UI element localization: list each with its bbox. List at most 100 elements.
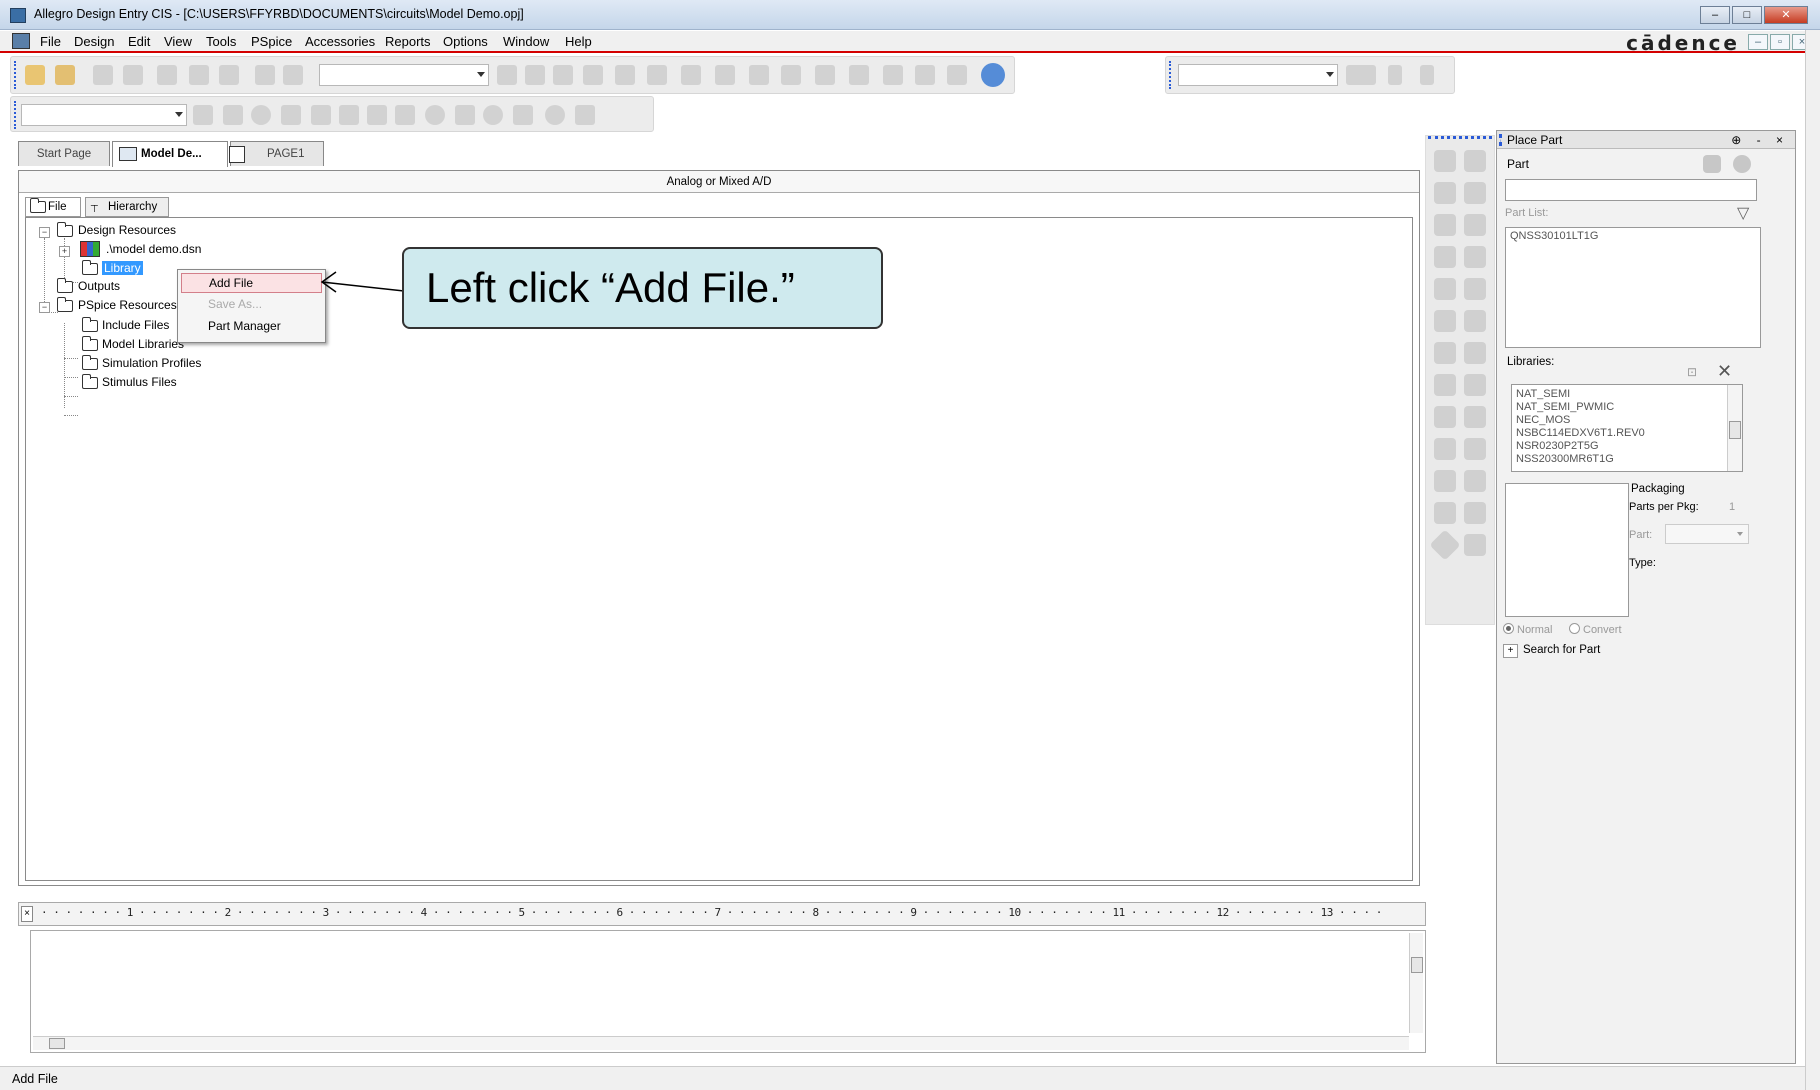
link-icon[interactable] bbox=[615, 65, 635, 85]
backannotate-icon[interactable] bbox=[681, 65, 701, 85]
junction-icon[interactable] bbox=[1434, 246, 1456, 268]
menu-reports[interactable]: Reports bbox=[385, 34, 431, 49]
ieee-symbol-icon[interactable] bbox=[1464, 502, 1486, 524]
net-label-icon[interactable] bbox=[1464, 246, 1486, 268]
library-item[interactable]: NSBC114EDXV6T1.REV0 bbox=[1516, 427, 1738, 440]
no-connect-x-icon[interactable] bbox=[1464, 374, 1486, 396]
vertical-scrollbar[interactable] bbox=[1409, 933, 1423, 1033]
area-select-icon[interactable] bbox=[883, 65, 903, 85]
bus-entry-icon[interactable] bbox=[1464, 214, 1486, 236]
document-icon[interactable] bbox=[12, 33, 30, 49]
part-list[interactable]: QNSS30101LT1G bbox=[1505, 227, 1761, 348]
zoom-all-icon[interactable] bbox=[583, 65, 603, 85]
library-item[interactable]: NSR0230P2T5G bbox=[1516, 440, 1738, 453]
bom-icon[interactable] bbox=[815, 65, 835, 85]
menu-item-add-file[interactable]: Add File bbox=[181, 273, 322, 293]
filter-icon[interactable]: ▽ bbox=[1737, 203, 1749, 223]
tree-model-libraries[interactable]: Model Libraries bbox=[102, 335, 184, 353]
tree-design-resources[interactable]: Design Resources bbox=[78, 221, 176, 239]
normal-radio[interactable]: Normal bbox=[1503, 623, 1552, 636]
polyline-icon[interactable] bbox=[1464, 406, 1486, 428]
drc-icon[interactable] bbox=[715, 65, 735, 85]
horizontal-scrollbar[interactable] bbox=[33, 1036, 1409, 1050]
part-list-item[interactable]: QNSS30101LT1G bbox=[1510, 230, 1756, 243]
part-select[interactable] bbox=[1665, 524, 1749, 544]
probe-icon[interactable] bbox=[1464, 534, 1486, 556]
expand-search-icon[interactable]: + bbox=[1503, 644, 1518, 658]
menu-view[interactable]: View bbox=[164, 34, 192, 49]
part-input[interactable] bbox=[1505, 179, 1757, 201]
ellipse-icon[interactable] bbox=[1464, 438, 1486, 460]
new-icon[interactable] bbox=[25, 65, 45, 85]
menu-help[interactable]: Help bbox=[565, 34, 592, 49]
paste-icon[interactable] bbox=[219, 65, 239, 85]
wire-icon[interactable] bbox=[1434, 182, 1456, 204]
previous-icon[interactable] bbox=[1388, 65, 1402, 85]
current-marker-icon[interactable] bbox=[367, 105, 387, 125]
diff-marker-icon[interactable] bbox=[339, 105, 359, 125]
library-item[interactable]: NAT_SEMI_PWMIC bbox=[1516, 401, 1738, 414]
menu-pspice[interactable]: PSpice bbox=[251, 34, 292, 49]
view-results-icon[interactable] bbox=[281, 105, 301, 125]
close-icon[interactable]: × bbox=[21, 906, 33, 922]
tree-outputs[interactable]: Outputs bbox=[78, 277, 120, 295]
menu-options[interactable]: Options bbox=[443, 34, 488, 49]
help-icon[interactable] bbox=[1733, 155, 1751, 173]
tab-page1[interactable]: PAGE1 bbox=[229, 141, 324, 166]
doc-minimize-button[interactable]: – bbox=[1748, 34, 1768, 50]
ground-icon[interactable] bbox=[1464, 278, 1486, 300]
power-display-icon[interactable] bbox=[545, 105, 565, 125]
place-part-icon[interactable] bbox=[1464, 150, 1486, 172]
menu-item-part-manager[interactable]: Part Manager bbox=[181, 317, 322, 337]
rectangle-icon[interactable] bbox=[1434, 438, 1456, 460]
tree-library[interactable]: Library bbox=[102, 259, 143, 277]
menu-window[interactable]: Window bbox=[503, 34, 549, 49]
tree-simulation-profiles[interactable]: Simulation Profiles bbox=[102, 354, 201, 372]
net-alias-icon[interactable] bbox=[1464, 182, 1486, 204]
toggle-display-icon[interactable] bbox=[575, 105, 595, 125]
annotate-icon[interactable] bbox=[647, 65, 667, 85]
place-part-icon[interactable] bbox=[1703, 155, 1721, 173]
snap-grid-icon[interactable] bbox=[849, 65, 869, 85]
netlist-icon[interactable] bbox=[749, 65, 769, 85]
toolbar-grip[interactable] bbox=[14, 61, 17, 89]
run-icon[interactable] bbox=[251, 105, 271, 125]
open-icon[interactable] bbox=[55, 65, 75, 85]
bias-icon[interactable] bbox=[425, 105, 445, 125]
collapse-pspice-resources[interactable]: − bbox=[39, 302, 50, 313]
copy-icon[interactable] bbox=[189, 65, 209, 85]
scrollbar-thumb[interactable] bbox=[1729, 421, 1741, 439]
power-marker-icon[interactable] bbox=[395, 105, 415, 125]
cut-icon[interactable] bbox=[157, 65, 177, 85]
zoom-area-icon[interactable] bbox=[553, 65, 573, 85]
simulation-profile-combo[interactable] bbox=[21, 104, 187, 126]
menu-design[interactable]: Design bbox=[74, 34, 114, 49]
panel-grip[interactable] bbox=[1499, 134, 1502, 146]
undo-icon[interactable] bbox=[255, 65, 275, 85]
hierarchical-pin-icon[interactable] bbox=[1464, 342, 1486, 364]
print-icon[interactable] bbox=[123, 65, 143, 85]
menu-tools[interactable]: Tools bbox=[206, 34, 236, 49]
cross-reference-icon[interactable] bbox=[781, 65, 801, 85]
library-item[interactable]: NEC_MOS bbox=[1516, 414, 1738, 427]
tab-hierarchy[interactable]: ⊤ Hierarchy bbox=[85, 197, 169, 217]
bezier-icon[interactable] bbox=[1464, 470, 1486, 492]
next-icon[interactable] bbox=[1420, 65, 1434, 85]
voltage-marker-icon[interactable] bbox=[311, 105, 331, 125]
scrollbar-thumb[interactable] bbox=[1411, 957, 1423, 973]
maximize-button[interactable]: □ bbox=[1732, 6, 1762, 24]
hierarchical-port-icon[interactable] bbox=[1434, 342, 1456, 364]
redo-icon[interactable] bbox=[283, 65, 303, 85]
convert-radio[interactable]: Convert bbox=[1569, 623, 1622, 636]
palette-grip[interactable] bbox=[1428, 136, 1492, 142]
tree-include-files[interactable]: Include Files bbox=[102, 316, 169, 334]
tree-dsn-file[interactable]: .\model demo.dsn bbox=[106, 240, 201, 258]
text-icon[interactable] bbox=[1434, 502, 1456, 524]
doc-restore-button[interactable]: ▫ bbox=[1770, 34, 1790, 50]
select-icon[interactable] bbox=[1434, 150, 1456, 172]
library-item[interactable]: NSS20300MR6T1G bbox=[1516, 453, 1738, 466]
remove-library-icon[interactable]: ✕ bbox=[1717, 361, 1732, 382]
part-combo[interactable] bbox=[319, 64, 489, 86]
power-icon[interactable] bbox=[1434, 278, 1456, 300]
library-scrollbar[interactable] bbox=[1727, 385, 1742, 471]
